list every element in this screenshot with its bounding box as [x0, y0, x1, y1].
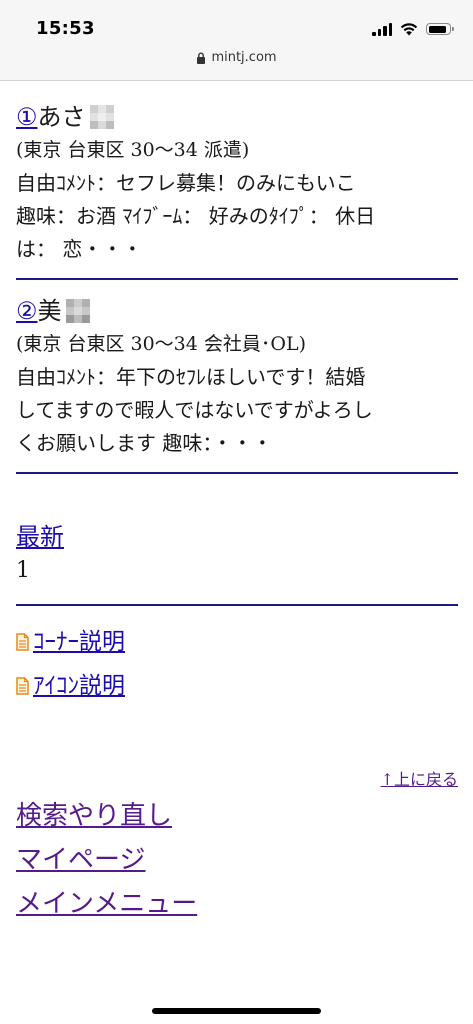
back-to-top-link[interactable]: ↑上に戻る — [381, 770, 458, 789]
entry-number-link[interactable]: ① — [16, 100, 38, 134]
status-bar: 15:53 — [0, 0, 473, 50]
status-icons — [372, 22, 454, 36]
profile-entry: ② 美 (東京 台東区 30〜34 会社員･OL) 自由ｺﾒﾝﾄ：年下のｾﾌﾚほ… — [16, 294, 458, 460]
latest-link[interactable]: 最新 — [16, 523, 64, 551]
status-time: 15:53 — [36, 18, 95, 39]
entry-number-link[interactable]: ② — [16, 294, 38, 328]
censored-name-mosaic — [65, 299, 90, 323]
entry-comment-line: くお願いします 趣味：・・・ — [16, 431, 273, 455]
pagination: 最新 1 — [16, 520, 458, 588]
entry-name: 美 — [37, 297, 62, 325]
divider — [16, 278, 458, 280]
url-text: mintj.com — [211, 50, 277, 65]
document-icon — [16, 677, 29, 695]
icon-description-link[interactable]: ｱｲｺﾝ説明 — [33, 664, 125, 708]
censored-name-mosaic — [89, 105, 114, 129]
icon-description-link-row[interactable]: ｱｲｺﾝ説明 — [16, 664, 458, 708]
page-number: 1 — [16, 558, 30, 583]
entry-comment-line: してますので暇人ではないですがよろし — [16, 398, 373, 422]
back-to-top-row: ↑上に戻る — [16, 766, 458, 790]
lock-icon — [197, 52, 206, 64]
browser-address-bar[interactable]: mintj.com — [0, 50, 473, 81]
home-indicator[interactable] — [152, 1008, 321, 1014]
entry-comment-line: 趣味：お酒 ﾏｲﾌﾞｰﾑ： 好みのﾀｲﾌﾟ： 休日 — [16, 204, 376, 228]
entry-comment-line: は： 恋・・・ — [16, 237, 143, 261]
search-again-link[interactable]: 検索やり直し — [16, 794, 458, 838]
document-icon — [16, 633, 29, 651]
entry-comment-line: 自由ｺﾒﾝﾄ：セフレ募集！のみにもいこ — [16, 171, 356, 195]
entry-location: (東京 台東区 30〜34 会社員･OL) — [16, 333, 306, 355]
entry-comment-line: 自由ｺﾒﾝﾄ：年下のｾﾌﾚほしいです！結婚 — [16, 365, 366, 389]
battery-icon — [426, 23, 454, 35]
entry-header: ② 美 — [16, 294, 458, 328]
divider — [16, 604, 458, 606]
entry-location: (東京 台東区 30〜34 派遣) — [16, 139, 250, 161]
cellular-signal-icon — [372, 22, 392, 36]
corner-description-link[interactable]: ｺｰﾅｰ説明 — [33, 620, 125, 664]
wifi-icon — [400, 23, 418, 36]
corner-description-link-row[interactable]: ｺｰﾅｰ説明 — [16, 620, 458, 664]
divider — [16, 472, 458, 474]
bottom-nav: 検索やり直し マイページ メインメニュー — [16, 794, 458, 926]
profile-entry: ① あさ (東京 台東区 30〜34 派遣) 自由ｺﾒﾝﾄ：セフレ募集！のみにも… — [16, 100, 458, 266]
entry-name: あさ — [37, 103, 86, 131]
main-menu-link[interactable]: メインメニュー — [16, 882, 458, 926]
entry-header: ① あさ — [16, 100, 458, 134]
main-content: ① あさ (東京 台東区 30〜34 派遣) 自由ｺﾒﾝﾄ：セフレ募集！のみにも… — [16, 100, 458, 926]
mypage-link[interactable]: マイページ — [16, 838, 458, 882]
